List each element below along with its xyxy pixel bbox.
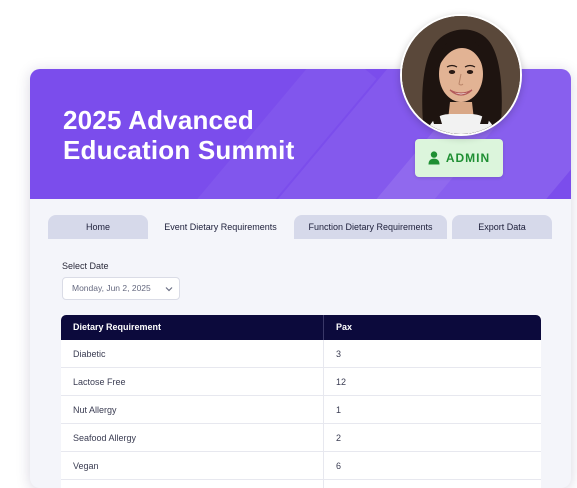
table-row: Vegan 6	[61, 452, 541, 480]
requirement-cell: Nut Allergy	[73, 405, 117, 415]
requirement-cell: Vegan	[73, 461, 99, 471]
pax-cell: 12	[336, 377, 347, 387]
tab-event-dietary-requirements[interactable]: Event Dietary Requirements	[152, 215, 289, 241]
event-card: 2025 Advanced Education Summit ADMIN Hom…	[30, 69, 571, 488]
avatar	[400, 14, 522, 136]
table-row: Seafood Allergy 2	[61, 424, 541, 452]
tab-export-data[interactable]: Export Data	[452, 215, 552, 239]
date-select[interactable]: Monday, Jun 2, 2025	[62, 277, 180, 300]
requirement-cell: Seafood Allergy	[73, 433, 137, 443]
table-row: Nut Allergy 1	[61, 396, 541, 424]
header-divider	[323, 315, 324, 340]
pax-cell: 3	[336, 349, 342, 359]
column-header-requirement: Dietary Requirement	[73, 322, 162, 332]
pax-cell: 2	[336, 433, 342, 443]
select-date-label: Select Date	[62, 261, 109, 271]
tab-function-dietary-requirements[interactable]: Function Dietary Requirements	[294, 215, 447, 239]
user-portrait	[402, 16, 520, 134]
pax-cell: 6	[336, 461, 342, 471]
user-icon	[428, 151, 440, 165]
chevron-down-icon	[165, 287, 173, 292]
tab-home[interactable]: Home	[48, 215, 148, 239]
event-title-line-2: Education Summit	[63, 135, 295, 165]
date-select-value: Monday, Jun 2, 2025	[72, 283, 151, 293]
table-row: Diabetic 3	[61, 340, 541, 368]
requirement-cell: Lactose Free	[73, 377, 126, 387]
dietary-table: Dietary Requirement Pax Diabetic 3 Lacto…	[61, 315, 541, 488]
event-title-line-1: 2025 Advanced	[63, 105, 254, 135]
admin-badge: ADMIN	[415, 139, 503, 177]
table-header: Dietary Requirement Pax	[61, 315, 541, 340]
column-header-pax: Pax	[336, 322, 353, 332]
table-row: Lactose Free 12	[61, 368, 541, 396]
admin-badge-label: ADMIN	[445, 151, 491, 165]
event-title: 2025 Advanced Education Summit	[63, 105, 363, 165]
requirement-cell: Diabetic	[73, 349, 106, 359]
pax-cell: 1	[336, 405, 342, 415]
